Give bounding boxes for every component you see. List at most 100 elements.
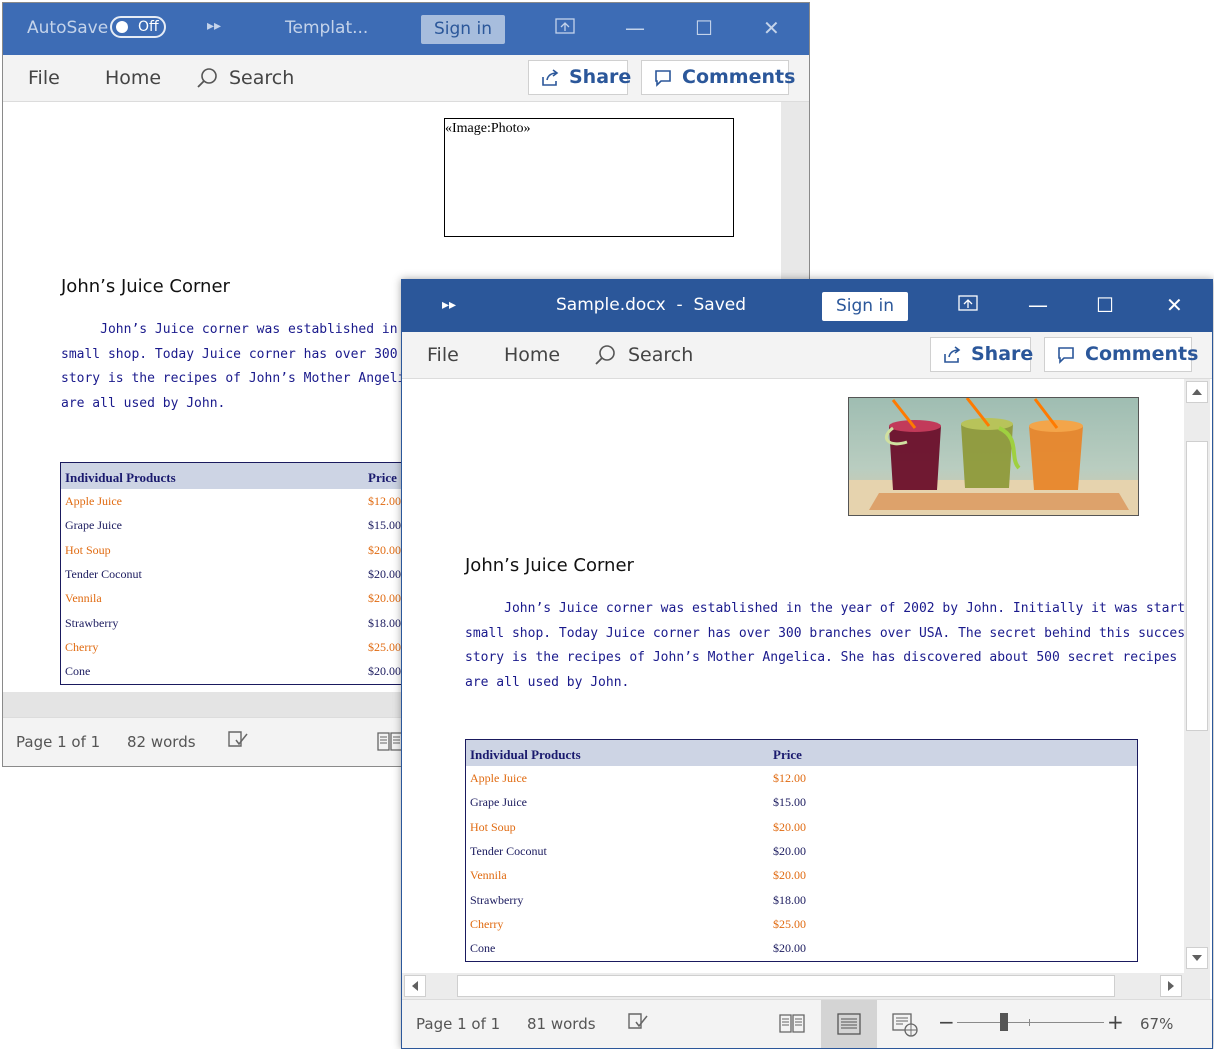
horizontal-scroll-thumb[interactable]	[457, 975, 1115, 997]
comment-icon	[655, 70, 671, 87]
product-cell: Cone	[65, 664, 91, 678]
comments-button[interactable]: Comments	[641, 60, 795, 95]
close-icon[interactable]: ✕	[1166, 293, 1183, 317]
close-icon[interactable]: ✕	[763, 16, 780, 40]
price-cell: $12.00	[368, 494, 401, 508]
paragraph-line: are all used by John.	[465, 674, 630, 690]
sign-in-button[interactable]: Sign in	[421, 15, 505, 44]
image-placeholder-text: «Image:Photo»	[445, 121, 531, 136]
table-row: Hot Soup $20.00	[61, 539, 459, 563]
table-header: Individual Products Price	[61, 463, 459, 489]
header-price: Price	[773, 747, 802, 762]
ribbon-display-icon[interactable]	[555, 16, 575, 40]
document-title: Sample.docx - Saved	[556, 295, 747, 315]
doc-title: John’s Juice Corner	[61, 276, 230, 297]
zoom-slider-thumb[interactable]	[1000, 1013, 1008, 1031]
menu-file[interactable]: File	[427, 344, 459, 366]
paragraph-line: small shop. Today Juice corner has over …	[465, 625, 1184, 641]
product-cell: Hot Soup	[65, 543, 111, 557]
table-row: Vennila $20.00	[61, 587, 459, 611]
maximize-icon[interactable]: ☐	[695, 16, 713, 40]
comments-label: Comments	[1085, 343, 1199, 365]
product-cell: Tender Coconut	[470, 844, 547, 858]
scroll-right-button[interactable]	[1160, 975, 1182, 997]
price-cell: $20.00	[773, 941, 806, 955]
menu-bar: File Home Search Share Comments	[3, 55, 809, 102]
search-icon[interactable]	[594, 344, 616, 370]
menu-search[interactable]: Search	[229, 67, 294, 89]
maximize-icon[interactable]: ☐	[1096, 293, 1114, 317]
print-layout-button[interactable]	[821, 1000, 877, 1048]
vertical-scroll-thumb[interactable]	[1186, 441, 1208, 731]
price-cell: $20.00	[773, 844, 806, 858]
product-cell: Apple Juice	[65, 494, 122, 508]
status-bar: Page 1 of 1 81 words − + 67%	[402, 999, 1212, 1048]
autosave-state: Off	[138, 19, 159, 35]
web-layout-icon[interactable]	[891, 1012, 919, 1042]
table-row: Tender Coconut $20.00	[61, 563, 459, 587]
proofing-icon[interactable]	[227, 730, 249, 754]
image-placeholder: «Image:Photo»	[444, 118, 734, 237]
more-commands-icon[interactable]: ▸▸	[207, 18, 221, 34]
scroll-up-button[interactable]	[1186, 381, 1208, 403]
zoom-out-icon[interactable]: −	[938, 1010, 955, 1034]
share-button[interactable]: Share	[930, 337, 1034, 372]
header-price: Price	[368, 470, 397, 485]
comment-icon	[1058, 347, 1074, 364]
page-count: Page 1 of 1	[16, 733, 101, 751]
price-cell: $15.00	[773, 795, 806, 809]
menu-search[interactable]: Search	[628, 344, 693, 366]
title-bar: AutoSave Off ▸▸ Templat... Sign in — ☐ ✕	[3, 3, 809, 55]
proofing-icon[interactable]	[627, 1012, 649, 1036]
table-row: Apple Juice $12.00	[466, 767, 1137, 791]
sample-document-window[interactable]: ▸▸ Sample.docx - Saved Sign in — ☐ ✕ Fil…	[401, 279, 1213, 1049]
menu-bar: File Home Search Share Comments	[402, 332, 1212, 379]
word-count[interactable]: 82 words	[127, 733, 196, 751]
share-button[interactable]: Share	[528, 60, 631, 95]
price-cell: $25.00	[368, 640, 401, 654]
price-cell: $18.00	[368, 616, 401, 630]
product-cell: Grape Juice	[65, 518, 122, 532]
table-row: Cherry $25.00	[61, 636, 459, 660]
zoom-slider-track[interactable]	[957, 1022, 1104, 1023]
price-cell: $20.00	[368, 567, 401, 581]
table-row: Cherry $25.00	[466, 913, 1137, 937]
product-cell: Strawberry	[470, 893, 524, 907]
minimize-icon[interactable]: —	[1028, 293, 1048, 317]
menu-home[interactable]: Home	[105, 67, 161, 89]
share-icon	[542, 69, 559, 86]
zoom-level[interactable]: 67%	[1140, 1015, 1173, 1033]
table-row: Cone $20.00	[61, 660, 459, 684]
menu-file[interactable]: File	[28, 67, 60, 89]
word-count[interactable]: 81 words	[527, 1015, 596, 1033]
vertical-scrollbar[interactable]	[1184, 379, 1210, 973]
share-label: Share	[971, 343, 1034, 365]
table-row: Strawberry $18.00	[466, 889, 1137, 913]
table-row: Cone $20.00	[466, 937, 1137, 961]
table-row: Hot Soup $20.00	[466, 816, 1137, 840]
menu-home[interactable]: Home	[504, 344, 560, 366]
table-header: Individual Products Price	[466, 740, 1137, 766]
price-cell: $20.00	[773, 820, 806, 834]
scroll-left-button[interactable]	[404, 975, 426, 997]
scroll-down-button[interactable]	[1186, 947, 1208, 969]
price-cell: $12.00	[773, 771, 806, 785]
more-commands-icon[interactable]: ▸▸	[442, 297, 456, 313]
search-icon[interactable]	[196, 67, 218, 93]
product-cell: Cherry	[65, 640, 99, 654]
document-page[interactable]: John’s Juice Corner John’s Juice corner …	[402, 379, 1184, 973]
read-mode-icon[interactable]	[778, 1012, 806, 1038]
sign-in-button[interactable]: Sign in	[822, 292, 908, 321]
autosave-toggle[interactable]: Off	[110, 16, 166, 38]
zoom-in-icon[interactable]: +	[1107, 1010, 1124, 1034]
horizontal-scrollbar[interactable]	[402, 973, 1210, 999]
price-cell: $20.00	[773, 868, 806, 882]
read-mode-icon[interactable]	[376, 730, 404, 756]
product-cell: Strawberry	[65, 616, 119, 630]
share-icon	[944, 346, 961, 363]
ribbon-display-icon[interactable]	[958, 293, 978, 317]
comments-button[interactable]: Comments	[1044, 337, 1198, 372]
minimize-icon[interactable]: —	[625, 16, 645, 40]
paragraph-line: John’s Juice corner was established in t…	[465, 601, 1184, 616]
table-row: Grape Juice $15.00	[61, 514, 459, 538]
